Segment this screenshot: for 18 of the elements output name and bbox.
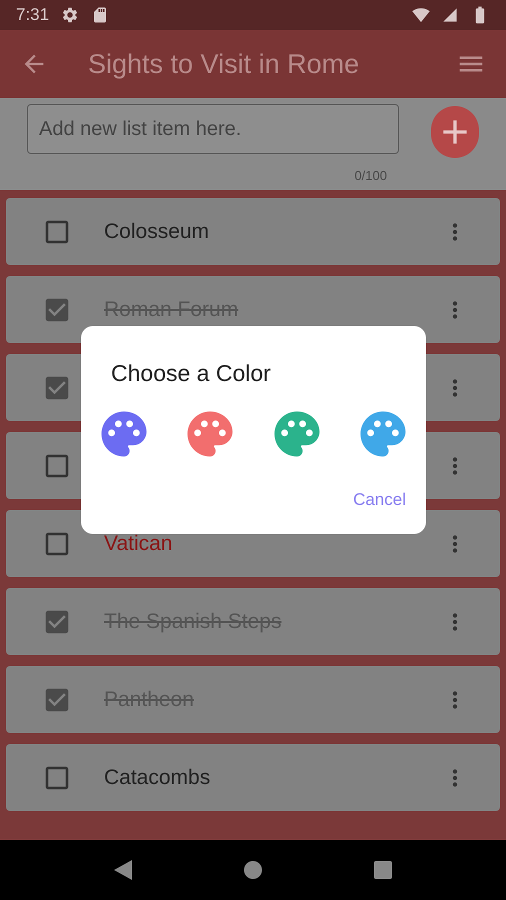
wifi-icon [412,6,430,24]
clock: 7:31 [16,4,50,26]
home-icon[interactable] [243,860,263,880]
settings-icon [61,6,80,24]
dialog-title: Choose a Color [111,359,272,388]
back-icon[interactable] [113,859,133,881]
item-text: Catacombs [104,766,210,789]
signal-icon [442,7,458,23]
item-text: Vatican [104,532,172,555]
app-title: Sights to Visit in Rome [88,48,360,81]
add-button[interactable] [431,106,479,158]
cancel-button[interactable]: Cancel [353,486,410,512]
list-item[interactable]: Catacombs [6,744,500,811]
recents-icon[interactable] [373,860,393,880]
new-item-field[interactable]: Add new list item here. [27,104,399,154]
item-text: Colosseum [104,220,210,243]
list-item[interactable]: Colosseum [6,198,500,265]
character-counter: 0/100 [354,167,387,185]
